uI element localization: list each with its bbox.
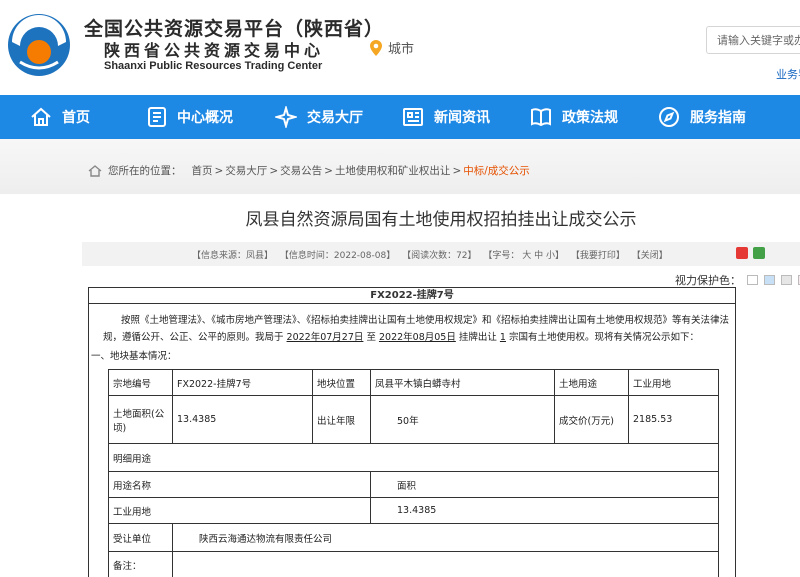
- nav-item-policy[interactable]: 政策法规: [530, 95, 618, 139]
- home-icon: [88, 164, 102, 177]
- breadcrumb-item-trading-hall[interactable]: 交易大厅: [225, 163, 267, 178]
- print-link[interactable]: 【我要打印】: [571, 251, 625, 261]
- site-header: 全国公共资源交易平台（陕西省） 陕西省公共资源交易中心 Shaanxi Publ…: [0, 0, 800, 95]
- table-cell: 土地用途: [554, 369, 629, 396]
- breadcrumb-separator: >: [269, 164, 279, 177]
- table-cell: 面积: [370, 471, 719, 498]
- notice-text: 至: [366, 332, 376, 343]
- nav-label: 中心概况: [177, 110, 233, 126]
- table-cell: 2185.53: [628, 395, 719, 444]
- search-input[interactable]: [706, 26, 800, 54]
- business-guide-link[interactable]: 业务导: [776, 66, 800, 82]
- table-cell: 宗地编号: [108, 369, 173, 396]
- table-cell: 13.4385: [172, 395, 313, 444]
- table-cell: 工业用地: [628, 369, 719, 396]
- article-meta: 【信息来源：凤县】 【信息时间：2022-08-08】 【阅读次数：72】 【字…: [192, 248, 672, 261]
- nav-item-overview[interactable]: 中心概况: [147, 95, 233, 139]
- share-wechat-icon[interactable]: [753, 247, 765, 259]
- breadcrumb-separator: >: [324, 164, 333, 177]
- land-info-table: 宗地编号 FX2022-挂牌7号 地块位置 凤县平木镇白蟒寺村 土地用途 工业用…: [108, 369, 719, 577]
- notice-text: 宗国有土地使用权。现将有关情况公示如下：: [509, 332, 700, 343]
- table-cell: 50年: [370, 395, 555, 444]
- nav-item-service-guide[interactable]: 服务指南: [658, 95, 746, 139]
- breadcrumb-separator: >: [214, 164, 224, 177]
- meta-time: 【信息时间：2022-08-08】: [279, 251, 396, 261]
- table-cell: 凤县平木镇白蟒寺村: [370, 369, 555, 396]
- page-title: 凤县自然资源局国有土地使用权招拍挂出让成交公示: [245, 210, 637, 230]
- date-end: 2022年08月05日: [378, 332, 456, 343]
- breadcrumb-item-current[interactable]: 中标/成交公示: [463, 163, 530, 178]
- table-row: 备注：: [108, 551, 719, 577]
- vision-protection: 视力保护色：: [675, 272, 800, 288]
- breadcrumb-prefix: 您所在的位置：: [108, 165, 182, 177]
- section-title: 一、地块基本情况：: [91, 351, 177, 362]
- nav-item-news[interactable]: 新闻资讯: [402, 95, 490, 139]
- table-row: 工业用地 13.4385: [108, 497, 719, 524]
- nav-label: 政策法规: [562, 110, 618, 126]
- table-cell: 陕西云海通达物流有限责任公司: [172, 523, 719, 552]
- share-weibo-icon[interactable]: [736, 247, 748, 259]
- nav-label: 首页: [62, 110, 90, 126]
- book-icon: [531, 108, 551, 127]
- site-logo[interactable]: [6, 12, 72, 78]
- city-selector[interactable]: 城市: [370, 38, 414, 57]
- table-cell: 土地面积(公顷): [108, 395, 173, 444]
- breadcrumb: 您所在的位置： 首页 > 交易大厅 > 交易公告 > 土地使用权和矿业权出让 >…: [88, 163, 530, 178]
- notice-paragraph: 按照《土地管理法》、《城市房地产管理法》、《招标拍卖挂牌出让国有土地使用权规定》…: [103, 312, 729, 346]
- site-subtitle-cn: 陕西省公共资源交易中心: [104, 41, 325, 60]
- table-cell: 明细用途: [108, 443, 719, 472]
- vision-color-gray[interactable]: [781, 275, 792, 285]
- date-start: 2022年07月27日: [286, 332, 364, 343]
- nav-label: 服务指南: [690, 110, 746, 126]
- vision-color-white[interactable]: [747, 275, 758, 285]
- main-nav: 首页 中心概况 交易大厅 新闻资讯 政策法规 服务指南: [0, 95, 800, 139]
- table-row: 宗地编号 FX2022-挂牌7号 地块位置 凤县平木镇白蟒寺村 土地用途 工业用…: [108, 369, 719, 396]
- nav-item-home[interactable]: 首页: [30, 95, 90, 139]
- sparkle-icon: [275, 106, 297, 128]
- table-row: 受让单位 陕西云海通达物流有限责任公司: [108, 523, 719, 552]
- table-cell: 备注：: [108, 551, 173, 577]
- table-cell: 地块位置: [312, 369, 371, 396]
- table-cell: 受让单位: [108, 523, 173, 552]
- breadcrumb-item-announcements[interactable]: 交易公告: [280, 163, 322, 178]
- nav-item-trading-hall[interactable]: 交易大厅: [275, 95, 363, 139]
- table-cell: 成交价(万元): [554, 395, 629, 444]
- table-cell: FX2022-挂牌7号: [172, 369, 313, 396]
- location-pin-icon: [370, 39, 382, 56]
- home-icon: [31, 107, 51, 126]
- close-link[interactable]: 【关闭】: [632, 251, 668, 261]
- vision-color-blue[interactable]: [764, 275, 775, 285]
- table-cell: 13.4385: [370, 497, 719, 524]
- compass-icon: [659, 107, 679, 127]
- table-cell: 出让年限: [312, 395, 371, 444]
- site-title-en: Shaanxi Public Resources Trading Center: [104, 60, 323, 72]
- table-row: 用途名称 面积: [108, 471, 719, 498]
- newspaper-icon: [403, 108, 423, 126]
- breadcrumb-item-land-rights[interactable]: 土地使用权和矿业权出让: [335, 163, 451, 178]
- table-row: 明细用途: [108, 443, 719, 472]
- notice-text: 挂牌出让: [458, 332, 497, 343]
- table-cell: 工业用地: [108, 497, 371, 524]
- meta-source: 【信息来源：凤县】: [192, 251, 274, 261]
- table-row: 土地面积(公顷) 13.4385 出让年限 50年 成交价(万元) 2185.5…: [108, 395, 719, 444]
- city-label: 城市: [388, 42, 415, 57]
- vision-label: 视力保护色：: [675, 274, 741, 287]
- parcel-count: 1: [499, 332, 506, 343]
- table-cell: 用途名称: [108, 471, 371, 498]
- notice-header: FX2022-挂牌7号: [89, 288, 735, 304]
- breadcrumb-separator: >: [452, 164, 462, 177]
- table-cell: [172, 551, 719, 577]
- meta-views: 【阅读次数：72】: [402, 251, 477, 261]
- nav-label: 交易大厅: [307, 110, 363, 126]
- breadcrumb-item-home[interactable]: 首页: [192, 163, 213, 178]
- meta-font-size[interactable]: 【字号： 大 中 小】: [483, 251, 564, 261]
- nav-label: 新闻资讯: [434, 110, 490, 126]
- document-icon: [148, 107, 166, 127]
